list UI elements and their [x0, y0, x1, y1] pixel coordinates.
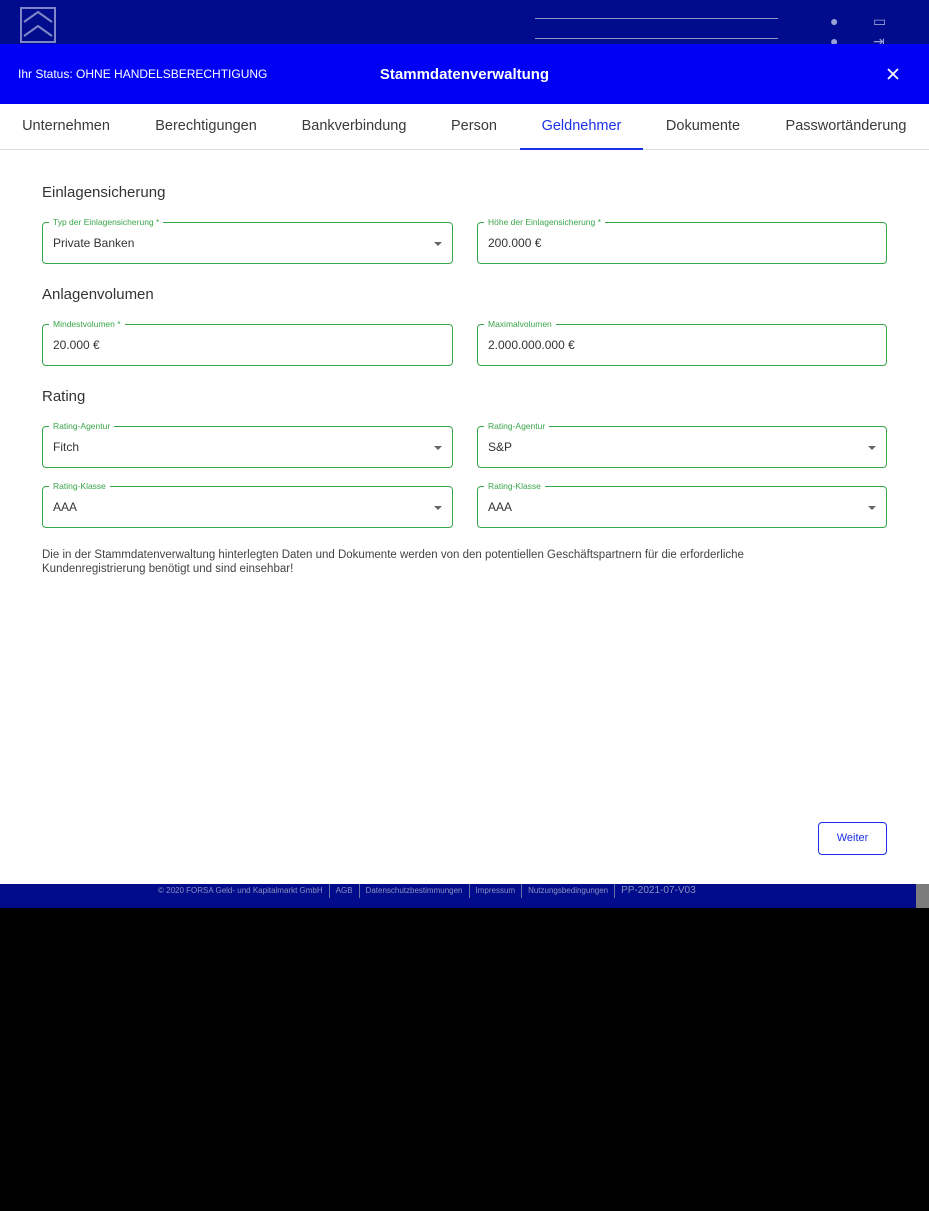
- field-value: 2.000.000.000 €: [488, 338, 575, 352]
- dropdown-arrow-icon: [434, 506, 442, 510]
- info-text: Die in der Stammdatenverwaltung hinterle…: [42, 549, 744, 575]
- footer-link-impressum[interactable]: Impressum: [470, 884, 523, 898]
- user-icon[interactable]: ●: [830, 34, 838, 44]
- stammdaten-modal: Ihr Status: OHNE HANDELSBERECHTIGUNG Sta…: [0, 44, 929, 884]
- background-input-underline: [535, 38, 778, 39]
- field-value: 200.000 €: [488, 236, 542, 250]
- field-label: Rating-Agentur: [484, 420, 550, 432]
- logout-icon[interactable]: ⇥: [873, 34, 885, 44]
- footer-link-nutzungsbedingungen[interactable]: Nutzungsbedingungen: [522, 884, 616, 898]
- rating-agentur-select-1[interactable]: Rating-Agentur Fitch: [42, 420, 453, 468]
- section-title-anlagenvolumen: Anlagenvolumen: [42, 286, 154, 303]
- field-label: Höhe der Einlagensicherung *: [484, 216, 605, 228]
- section-title-rating: Rating: [42, 388, 86, 405]
- dropdown-arrow-icon: [868, 506, 876, 510]
- field-label: Rating-Agentur: [49, 420, 115, 432]
- einlagensicherung-hoehe-field[interactable]: Höhe der Einlagensicherung * 200.000 €: [477, 216, 887, 264]
- tab-berechtigungen[interactable]: Berechtigungen: [132, 104, 280, 150]
- footer-copyright: © 2020 FORSA Geld- und Kapitalmarkt GmbH: [158, 884, 330, 898]
- footer-link-agb[interactable]: AGB: [330, 884, 360, 898]
- einlagensicherung-typ-select[interactable]: Typ der Einlagensicherung * Private Bank…: [42, 216, 453, 264]
- background-input-underline: [535, 18, 778, 19]
- field-label: Maximalvolumen: [484, 318, 556, 330]
- tab-person[interactable]: Person: [428, 104, 520, 150]
- field-value: Private Banken: [53, 236, 135, 250]
- footer-links: © 2020 FORSA Geld- und Kapitalmarkt GmbH…: [158, 884, 702, 898]
- tab-geldnehmer[interactable]: Geldnehmer: [520, 104, 643, 150]
- tab-unternehmen[interactable]: Unternehmen: [0, 104, 132, 150]
- close-button[interactable]: [880, 64, 906, 84]
- dropdown-arrow-icon: [434, 446, 442, 450]
- footer: © 2020 FORSA Geld- und Kapitalmarkt GmbH…: [0, 884, 929, 908]
- section-title-einlagensicherung: Einlagensicherung: [42, 184, 166, 201]
- dropdown-arrow-icon: [868, 446, 876, 450]
- footer-link-datenschutz[interactable]: Datenschutzbestimmungen: [360, 884, 470, 898]
- field-label: Rating-Klasse: [484, 480, 545, 492]
- maximalvolumen-field[interactable]: Maximalvolumen 2.000.000.000 €: [477, 318, 887, 366]
- tab-dokumente[interactable]: Dokumente: [643, 104, 763, 150]
- scrollbar-thumb[interactable]: [916, 884, 929, 908]
- field-value: 20.000 €: [53, 338, 100, 352]
- field-label: Rating-Klasse: [49, 480, 110, 492]
- app-root: ● ● ▭ ⇥ Ihr Status: OHNE HANDELSBERECHTI…: [0, 0, 929, 1211]
- field-value: Fitch: [53, 440, 80, 454]
- mindestvolumen-field[interactable]: Mindestvolumen * 20.000 €: [42, 318, 453, 366]
- help-icon[interactable]: ●: [830, 14, 838, 28]
- rating-klasse-select-1[interactable]: Rating-Klasse AAA: [42, 480, 453, 528]
- field-value: S&P: [488, 440, 513, 454]
- modal-header: Ihr Status: OHNE HANDELSBERECHTIGUNG Sta…: [0, 44, 929, 104]
- field-label: Mindestvolumen *: [49, 318, 125, 330]
- footer-version: PP-2021-07-V03: [621, 885, 696, 896]
- field-value: AAA: [53, 500, 78, 514]
- rating-klasse-select-2[interactable]: Rating-Klasse AAA: [477, 480, 887, 528]
- rating-agentur-select-2[interactable]: Rating-Agentur S&P: [477, 420, 887, 468]
- tab-bankverbindung[interactable]: Bankverbindung: [280, 104, 428, 150]
- close-icon: [887, 68, 899, 80]
- background-top-bar: ● ● ▭ ⇥: [0, 0, 929, 44]
- field-value: AAA: [488, 500, 513, 514]
- field-label: Typ der Einlagensicherung *: [49, 216, 164, 228]
- forsa-logo-icon: [20, 7, 56, 43]
- modal-title: Stammdatenverwaltung: [379, 66, 550, 83]
- weiter-button[interactable]: Weiter: [818, 822, 887, 855]
- dropdown-arrow-icon: [434, 242, 442, 246]
- tab-passwortaenderung[interactable]: Passwortänderung: [763, 104, 929, 150]
- tab-bar: Unternehmen Berechtigungen Bankverbindun…: [0, 104, 929, 150]
- mail-icon[interactable]: ▭: [873, 14, 886, 28]
